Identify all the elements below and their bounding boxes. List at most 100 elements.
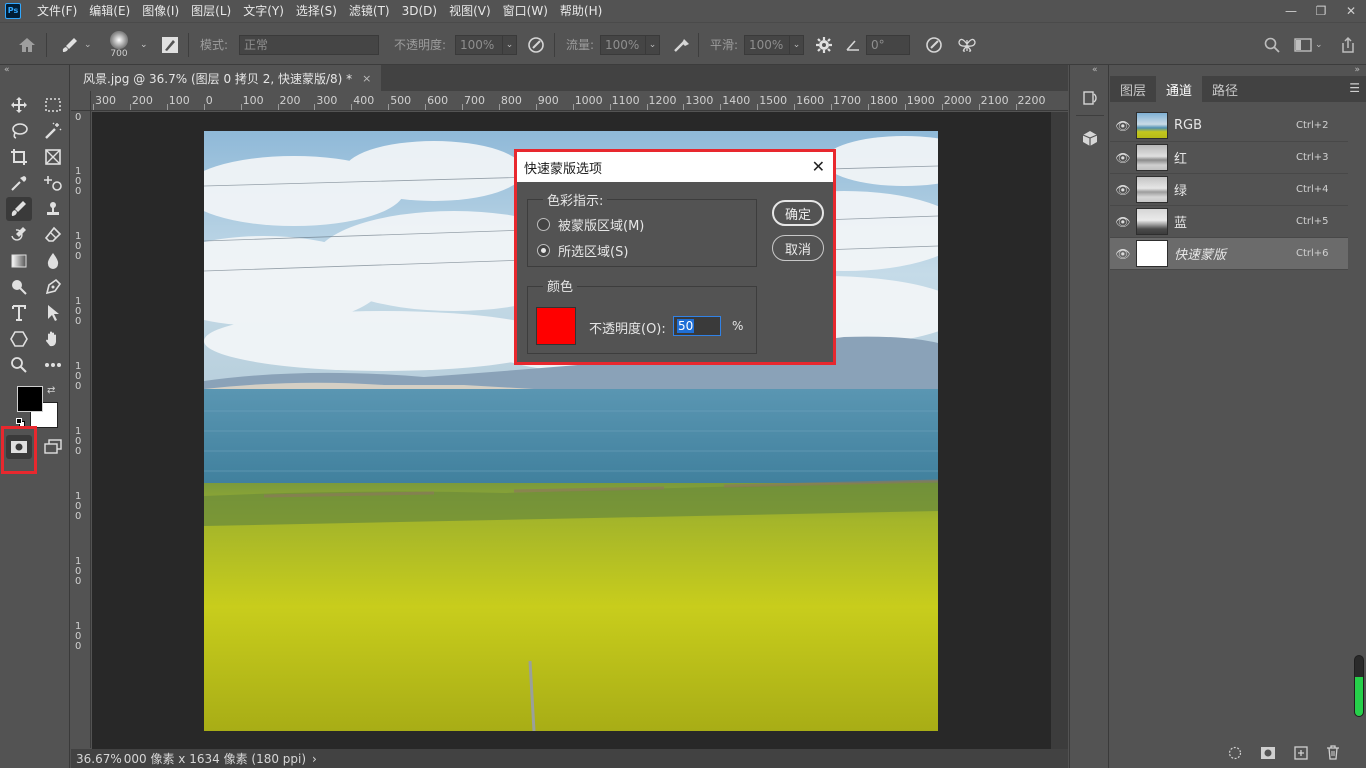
- menu-image[interactable]: 图像(I): [136, 0, 185, 22]
- close-icon[interactable]: ✕: [812, 156, 825, 178]
- chevron-down-icon[interactable]: ⌄: [84, 40, 92, 50]
- smoothing-value[interactable]: 100%: [744, 34, 790, 55]
- channel-row-rgb[interactable]: 👁 RGB Ctrl+2: [1110, 110, 1348, 142]
- lasso-tool-icon[interactable]: [6, 119, 32, 143]
- eraser-tool-icon[interactable]: [40, 223, 66, 247]
- menu-view[interactable]: 视图(V): [443, 0, 497, 22]
- blur-tool-icon[interactable]: [40, 249, 66, 273]
- 3d-panel-icon[interactable]: [1081, 129, 1099, 150]
- brush-settings-icon[interactable]: [161, 23, 179, 66]
- restore-button[interactable]: ❐: [1306, 0, 1336, 22]
- move-tool-icon[interactable]: [6, 93, 32, 117]
- eye-icon[interactable]: 👁: [1110, 247, 1136, 261]
- menu-3d[interactable]: 3D(D): [396, 0, 443, 22]
- channel-row-blue[interactable]: 👁 蓝 Ctrl+5: [1110, 206, 1348, 238]
- zoom-tool-icon[interactable]: [6, 353, 32, 377]
- marquee-tool-icon[interactable]: [40, 93, 66, 117]
- close-window-button[interactable]: ✕: [1336, 0, 1366, 22]
- zoom-level[interactable]: 36.67%: [76, 752, 122, 766]
- dialog-title-bar[interactable]: 快速蒙版选项 ✕: [517, 152, 833, 182]
- menu-type[interactable]: 文字(Y): [237, 0, 290, 22]
- radio-masked-areas[interactable]: 被蒙版区域(M): [537, 215, 644, 234]
- share-icon[interactable]: [1340, 23, 1356, 66]
- dodge-tool-icon[interactable]: [6, 275, 32, 299]
- screen-mode-icon[interactable]: [40, 435, 66, 459]
- tab-layers[interactable]: 图层: [1110, 76, 1156, 102]
- close-icon[interactable]: ×: [362, 72, 371, 85]
- angle-field[interactable]: 0°: [866, 23, 910, 66]
- menu-select[interactable]: 选择(S): [290, 0, 343, 22]
- shape-tool-icon[interactable]: [6, 327, 32, 351]
- eye-icon[interactable]: 👁: [1110, 183, 1136, 197]
- chevron-down-icon[interactable]: ⌄: [790, 34, 804, 55]
- radio-button[interactable]: [537, 244, 550, 257]
- radio-button[interactable]: [537, 218, 550, 231]
- eye-icon[interactable]: 👁: [1110, 215, 1136, 229]
- opacity-input[interactable]: 50: [673, 316, 721, 336]
- save-selection-as-channel-icon[interactable]: [1260, 746, 1276, 764]
- canvas-scrollbar[interactable]: [1051, 112, 1068, 749]
- panel-menu-icon[interactable]: ☰: [1349, 81, 1360, 95]
- mode-value[interactable]: 正常: [239, 34, 379, 55]
- home-icon[interactable]: [18, 23, 36, 66]
- load-channel-as-selection-icon[interactable]: [1228, 746, 1242, 764]
- menu-window[interactable]: 窗口(W): [497, 0, 554, 22]
- collapse-arrows-icon[interactable]: «: [1092, 65, 1098, 75]
- chevron-down-icon[interactable]: ⌄: [1315, 40, 1323, 50]
- symmetry-butterfly-icon[interactable]: [957, 23, 977, 66]
- foreground-color-swatch[interactable]: [17, 386, 43, 412]
- ruler-origin[interactable]: [71, 91, 91, 111]
- ok-button[interactable]: 确定: [772, 200, 824, 226]
- chevron-down-icon[interactable]: ⌄: [140, 23, 148, 66]
- menu-file[interactable]: 文件(F): [31, 0, 83, 22]
- frame-tool-icon[interactable]: [40, 145, 66, 169]
- crop-tool-icon[interactable]: [6, 145, 32, 169]
- document-tab[interactable]: 风景.jpg @ 36.7% (图层 0 拷贝 2, 快速蒙版/8) * ×: [71, 65, 382, 91]
- channel-row-quick-mask[interactable]: 👁 快速蒙版 Ctrl+6: [1110, 238, 1348, 270]
- path-selection-tool-icon[interactable]: [40, 301, 66, 325]
- collapse-arrows-icon[interactable]: »: [1354, 65, 1360, 75]
- opacity-value[interactable]: 50: [677, 319, 695, 333]
- menu-filter[interactable]: 滤镜(T): [343, 0, 396, 22]
- magic-wand-tool-icon[interactable]: [40, 119, 66, 143]
- tab-channels[interactable]: 通道: [1156, 76, 1203, 102]
- clone-stamp-tool-icon[interactable]: [40, 197, 66, 221]
- opacity-value[interactable]: 100%: [455, 34, 503, 55]
- angle-value[interactable]: 0°: [866, 34, 910, 55]
- chevron-down-icon[interactable]: ⌄: [646, 34, 660, 55]
- trash-icon[interactable]: [1326, 745, 1340, 764]
- mode-select[interactable]: 正常: [239, 23, 379, 66]
- opacity-field[interactable]: 100% ⌄: [455, 23, 517, 66]
- menu-layer[interactable]: 图层(L): [185, 0, 237, 22]
- horizontal-ruler[interactable]: 300 200 100 0 100 200 300 400 500 600 700 800 900 100…: [91, 91, 1068, 111]
- spot-healing-tool-icon[interactable]: [40, 171, 66, 195]
- more-tools-icon[interactable]: [40, 353, 66, 377]
- workspace-icon[interactable]: ⌄: [1294, 23, 1323, 66]
- minimize-button[interactable]: —: [1276, 0, 1306, 22]
- brush-size-picker[interactable]: 700: [110, 23, 128, 66]
- cancel-button[interactable]: 取消: [772, 235, 824, 261]
- channel-row-green[interactable]: 👁 绿 Ctrl+4: [1110, 174, 1348, 206]
- vertical-ruler[interactable]: 0 100 100 100 100 100 100 100 100: [71, 111, 91, 748]
- history-panel-icon[interactable]: [1081, 89, 1099, 110]
- swap-colors-icon[interactable]: ⇄: [47, 385, 55, 396]
- menu-edit[interactable]: 编辑(E): [83, 0, 136, 22]
- smoothing-field[interactable]: 100% ⌄: [744, 23, 804, 66]
- brush-tool-preset-icon[interactable]: ⌄: [60, 23, 92, 66]
- flow-field[interactable]: 100% ⌄: [600, 23, 660, 66]
- airbrush-icon[interactable]: [672, 23, 692, 66]
- pressure-size-icon[interactable]: [925, 23, 943, 66]
- brush-tool-icon[interactable]: [6, 197, 32, 221]
- pen-tool-icon[interactable]: [40, 275, 66, 299]
- menu-help[interactable]: 帮助(H): [554, 0, 608, 22]
- eyedropper-tool-icon[interactable]: [6, 171, 32, 195]
- mask-color-swatch[interactable]: [536, 307, 576, 345]
- type-tool-icon[interactable]: [6, 301, 32, 325]
- channel-row-red[interactable]: 👁 红 Ctrl+3: [1110, 142, 1348, 174]
- eye-icon[interactable]: 👁: [1110, 119, 1136, 133]
- history-brush-tool-icon[interactable]: [6, 223, 32, 247]
- tab-paths[interactable]: 路径: [1202, 76, 1248, 102]
- gradient-tool-icon[interactable]: [6, 249, 32, 273]
- radio-selected-areas[interactable]: 所选区域(S): [537, 241, 628, 260]
- status-menu-arrow-icon[interactable]: ›: [312, 752, 317, 766]
